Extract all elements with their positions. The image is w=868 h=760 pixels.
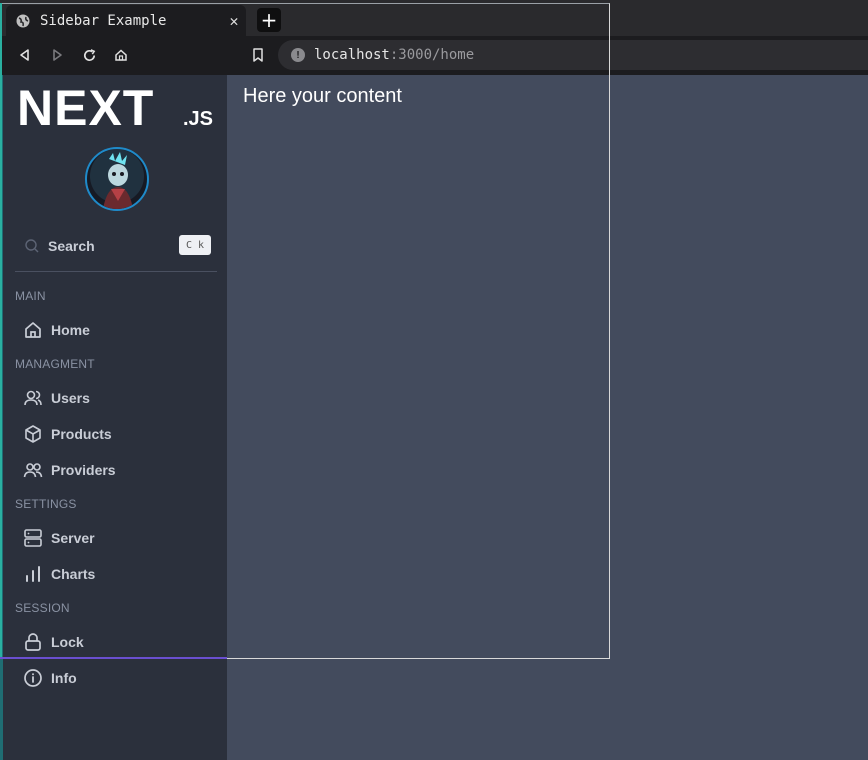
sidebar-item-label: Providers	[51, 462, 116, 478]
server-icon	[23, 528, 43, 548]
url-path: :3000/home	[389, 47, 475, 63]
search-shortcut-badge: C k	[179, 235, 211, 255]
browser-tab[interactable]: Sidebar Example ✕	[6, 5, 246, 36]
reload-icon[interactable]	[78, 44, 100, 66]
lock-icon	[23, 632, 43, 652]
nextjs-logo: NEXT .JS	[17, 80, 217, 136]
sidebar-item-label: Users	[51, 390, 90, 406]
sidebar-item-charts[interactable]: Charts	[23, 561, 213, 587]
globe-icon	[16, 14, 30, 27]
sidebar-item-label: Lock	[51, 634, 84, 650]
sidebar-item-users[interactable]: Users	[23, 385, 213, 411]
tab-title: Sidebar Example	[40, 12, 167, 29]
section-main: MAIN	[15, 289, 46, 303]
sidebar-item-providers[interactable]: Providers	[23, 457, 213, 483]
logo-main-text: NEXT	[17, 85, 154, 129]
main-content: Here your content	[227, 75, 868, 760]
section-settings: SETTINGS	[15, 497, 77, 511]
site-info-icon[interactable]: !	[291, 48, 305, 62]
url-host: localhost	[314, 47, 390, 63]
section-session: SESSION	[15, 601, 70, 615]
forward-icon[interactable]	[46, 44, 68, 66]
bookmark-icon[interactable]	[247, 44, 269, 66]
sidebar-item-home[interactable]: Home	[23, 317, 213, 343]
sidebar-item-products[interactable]: Products	[23, 421, 213, 447]
section-managment: MANAGMENT	[15, 357, 95, 371]
sidebar-item-info[interactable]: Info	[23, 665, 213, 691]
users-icon	[23, 388, 43, 408]
nav-bar: ! localhost:3000/home	[0, 36, 868, 75]
sidebar-item-label: Server	[51, 530, 95, 546]
search-icon	[25, 239, 39, 253]
bar-chart-icon	[23, 564, 43, 584]
sidebar-item-server[interactable]: Server	[23, 525, 213, 551]
info-icon	[23, 668, 43, 688]
sidebar-item-label: Home	[51, 322, 90, 338]
sidebar-divider	[15, 271, 217, 272]
close-tab-icon[interactable]: ✕	[224, 12, 244, 30]
providers-icon	[23, 460, 43, 480]
window-frame-left-edge	[0, 3, 2, 659]
tab-bar: Sidebar Example ✕ +	[0, 0, 868, 36]
avatar[interactable]	[85, 147, 149, 211]
home-icon	[23, 320, 43, 340]
sidebar-item-label: Info	[51, 670, 77, 686]
sidebar-item-label: Charts	[51, 566, 96, 582]
search-label: Search	[48, 238, 95, 254]
back-icon[interactable]	[14, 44, 36, 66]
sidebar-item-label: Products	[51, 426, 112, 442]
box-icon	[23, 424, 43, 444]
window-frame-bottom-edge	[0, 657, 227, 659]
content-text: Here your content	[243, 85, 402, 107]
sidebar-item-lock[interactable]: Lock	[23, 629, 213, 655]
browser-chrome: Sidebar Example ✕ + ! localhost:3000/hom…	[0, 0, 868, 75]
home-icon[interactable]	[110, 44, 132, 66]
address-bar[interactable]: ! localhost:3000/home	[278, 40, 868, 70]
new-tab-button[interactable]: +	[257, 8, 281, 32]
logo-suffix-text: .JS	[183, 108, 213, 129]
